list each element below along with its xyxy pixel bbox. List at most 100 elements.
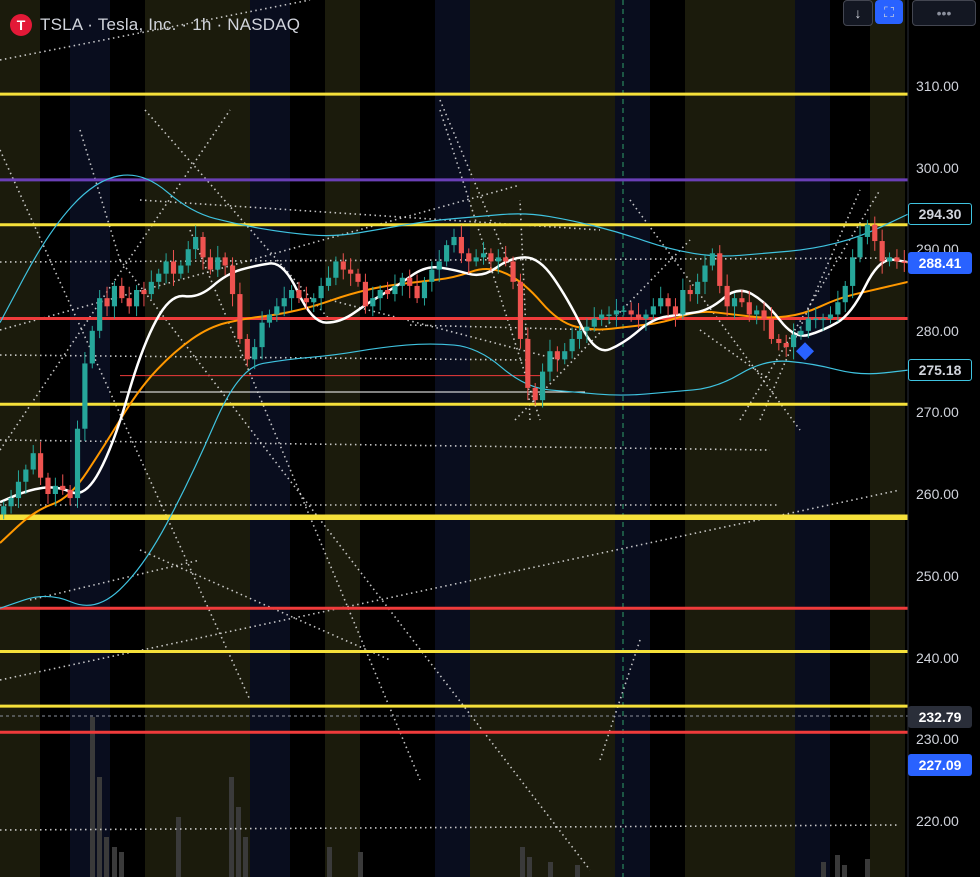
candle-body <box>606 314 612 316</box>
candle-body <box>503 257 509 262</box>
candle-body <box>731 298 738 307</box>
volume-bar <box>835 855 840 877</box>
candle-body <box>178 265 184 274</box>
candle-body <box>45 477 51 494</box>
candle-body <box>348 269 354 274</box>
candle-body <box>613 310 619 315</box>
more-icon: ••• <box>936 5 952 21</box>
candle-body <box>599 314 605 319</box>
volume-bar <box>119 852 124 877</box>
volume-bar <box>821 862 826 877</box>
session-band <box>435 0 470 877</box>
candle-body <box>170 261 177 274</box>
candle-body <box>805 318 811 331</box>
fullscreen-button[interactable]: ⛶ <box>875 0 903 24</box>
session-band <box>505 0 540 877</box>
candle-body <box>576 330 583 339</box>
bollinger-lower-tag: 275.18 <box>908 359 972 381</box>
candle-body <box>872 224 878 242</box>
tesla-logo-icon: T <box>10 14 32 36</box>
candle-body <box>776 338 782 344</box>
volume-bar <box>236 807 241 877</box>
candle-body <box>525 338 531 388</box>
candle-body <box>207 257 213 270</box>
candle-body <box>377 290 383 299</box>
volume-bar <box>358 852 363 877</box>
candle-body <box>857 236 863 258</box>
candle-body <box>82 363 88 429</box>
candle-body <box>547 351 553 372</box>
candle-body <box>52 485 58 494</box>
candle-body <box>746 302 752 315</box>
candle-body <box>901 261 907 263</box>
candle-body <box>665 298 671 307</box>
candle-body <box>761 310 767 319</box>
candle-body <box>473 257 479 262</box>
candle-body <box>370 298 376 307</box>
price-axis-label: 230.00 <box>916 731 959 747</box>
candle-body <box>311 298 317 303</box>
symbol-title[interactable]: TSLA · Tesla, Inc. · 1h · NASDAQ <box>40 15 300 35</box>
scroll-down-button[interactable]: ↓ <box>843 0 873 26</box>
candle-body <box>38 453 44 478</box>
candle-body <box>850 257 856 286</box>
price-axis-label: 240.00 <box>916 650 959 666</box>
candle-body <box>60 485 66 490</box>
candle-body <box>436 261 442 270</box>
candle-body <box>879 241 885 262</box>
candle-body <box>15 481 22 499</box>
volume-bar <box>176 817 181 877</box>
session-band <box>870 0 905 877</box>
candle-body <box>244 338 250 360</box>
candle-body <box>695 281 701 295</box>
candle-body <box>790 334 797 348</box>
candle-body <box>289 290 295 299</box>
candle-body <box>480 253 487 258</box>
candle-body <box>488 253 494 262</box>
candle-body <box>451 236 457 246</box>
candle-body <box>163 261 169 274</box>
candle-body <box>8 498 14 507</box>
candle-body <box>141 290 147 295</box>
candle-body <box>185 249 191 266</box>
more-options-button[interactable]: ••• <box>912 0 976 26</box>
price-level-tag: 232.79 <box>908 706 972 728</box>
candle-body <box>584 326 590 331</box>
session-band <box>325 0 360 877</box>
candle-body <box>89 330 95 364</box>
candle-body <box>237 294 243 339</box>
candle-body <box>458 236 464 254</box>
candle-body <box>67 489 73 499</box>
volume-bar <box>520 847 525 877</box>
session-band <box>0 0 40 877</box>
session-band <box>685 0 720 877</box>
candle-body <box>407 277 413 286</box>
candle-body <box>842 285 848 303</box>
candle-body <box>687 290 693 295</box>
candle-body <box>768 318 775 339</box>
fullscreen-icon: ⛶ <box>884 3 894 20</box>
candle-body <box>635 314 642 319</box>
candle-body <box>798 330 804 335</box>
candle-body <box>429 269 435 282</box>
volume-bar <box>112 847 117 877</box>
candle-body <box>724 285 730 307</box>
candle-body <box>532 387 538 401</box>
candle-body <box>466 253 472 262</box>
candle-body <box>399 277 405 286</box>
candle-body <box>274 306 280 315</box>
chart-canvas[interactable] <box>0 0 980 877</box>
candle-body <box>650 306 656 315</box>
volume-bar <box>575 865 580 877</box>
candle-body <box>281 298 287 307</box>
candle-body <box>1 506 7 515</box>
trend-line <box>0 439 771 451</box>
volume-bar <box>229 777 234 877</box>
session-band <box>145 0 180 877</box>
candle-body <box>835 302 841 315</box>
candle-body <box>739 298 745 303</box>
candle-body <box>222 257 228 266</box>
candle-body <box>709 253 715 266</box>
candle-body <box>680 290 686 315</box>
candle-body <box>30 453 36 470</box>
